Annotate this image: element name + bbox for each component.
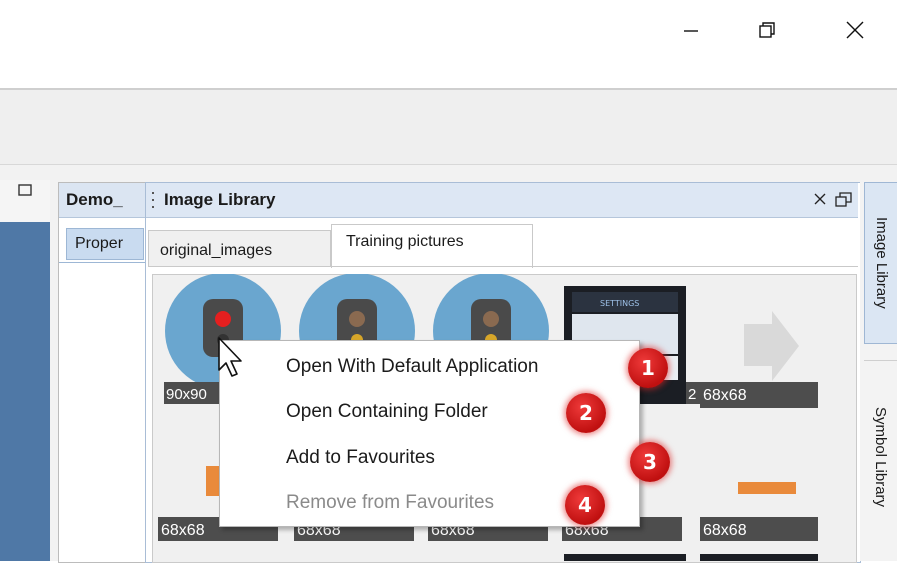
demo-tab-divider bbox=[59, 262, 147, 263]
thumbnail-partial[interactable] bbox=[564, 554, 686, 561]
annotation-badge-3: 3 bbox=[630, 442, 670, 482]
tab-original-images[interactable]: original_images bbox=[148, 230, 331, 266]
thumb-label: 68x68 bbox=[703, 522, 747, 539]
minimize-button[interactable] bbox=[668, 10, 714, 50]
side-tab-divider bbox=[864, 360, 897, 361]
thumb-label: 68x68 bbox=[703, 387, 747, 404]
toolbar bbox=[0, 88, 897, 166]
thumbnail-orange-bar-2[interactable] bbox=[738, 482, 796, 494]
demo-panel-title: Demo_ bbox=[66, 190, 123, 209]
maximize-panel-icon[interactable] bbox=[18, 184, 32, 196]
restore-button[interactable] bbox=[744, 10, 790, 50]
tab-strip-line bbox=[148, 266, 858, 267]
thumb-label: 90x90 bbox=[166, 386, 207, 403]
image-library-title: Image Library bbox=[164, 190, 276, 209]
left-panel-content[interactable] bbox=[0, 222, 50, 561]
settings-thumb-title: SETTINGS bbox=[600, 299, 639, 308]
menu-item-open-containing-folder[interactable]: Open Containing Folder bbox=[286, 401, 488, 423]
side-tab-image-library[interactable]: Image Library bbox=[864, 182, 897, 344]
annotation-badge-1: 1 bbox=[628, 348, 668, 388]
tab-training-pictures[interactable]: Training pictures bbox=[331, 224, 533, 268]
close-window-button[interactable] bbox=[832, 10, 878, 50]
annotation-badge-4: 4 bbox=[565, 485, 605, 525]
menu-item-add-favourites[interactable]: Add to Favourites bbox=[286, 447, 435, 469]
close-panel-button[interactable] bbox=[808, 187, 832, 211]
float-panel-icon[interactable] bbox=[833, 189, 855, 211]
close-icon bbox=[846, 21, 864, 39]
thumb-label: 68x68 bbox=[161, 522, 205, 539]
thumbnail-partial[interactable] bbox=[700, 554, 818, 561]
restore-icon bbox=[759, 22, 775, 38]
minimize-icon bbox=[684, 30, 698, 32]
thumb-label: 2 bbox=[688, 386, 696, 403]
close-icon bbox=[814, 193, 826, 205]
annotation-badge-2: 2 bbox=[566, 393, 606, 433]
side-tab-symbol-library[interactable]: Symbol Library bbox=[864, 368, 897, 546]
menu-item-remove-favourites: Remove from Favourites bbox=[286, 492, 495, 513]
drag-grip-icon[interactable] bbox=[151, 190, 155, 210]
menu-item-open-default-app[interactable]: Open With Default Application bbox=[286, 356, 538, 378]
thumbnail-arrow-right[interactable] bbox=[744, 311, 799, 381]
tab-properties[interactable]: Proper bbox=[66, 228, 144, 260]
mouse-cursor-icon bbox=[218, 337, 242, 377]
